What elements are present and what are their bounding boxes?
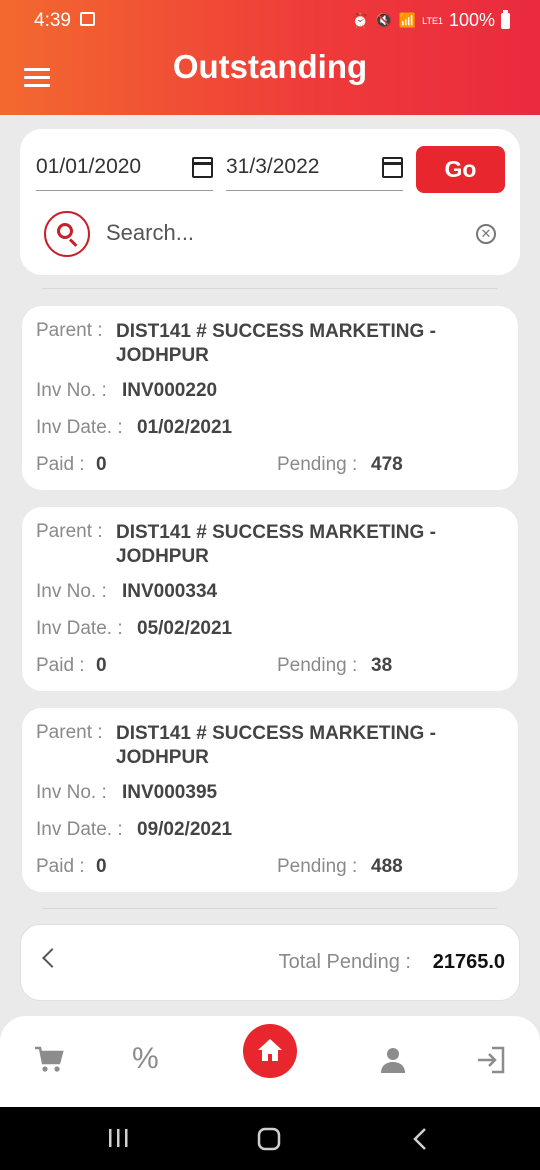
system-nav-bar xyxy=(0,1107,540,1170)
search-input[interactable] xyxy=(106,213,466,253)
status-bar: 4:39 ⏰ 🔇 📶 LTE1 100% xyxy=(34,8,510,34)
home-button[interactable] xyxy=(243,1024,297,1078)
total-pending-value: 21765.0 xyxy=(432,951,505,973)
parent-value: DIST141 # SUCCESS MARKETING - JODHPUR xyxy=(116,321,436,366)
chevron-left-icon[interactable] xyxy=(42,948,62,968)
paid-value: 0 xyxy=(96,454,107,475)
alarm-icon: ⏰ xyxy=(351,12,370,28)
pending-label: Pending : xyxy=(277,856,358,877)
parent-value: DIST141 # SUCCESS MARKETING - JODHPUR xyxy=(116,723,436,768)
divider xyxy=(42,288,497,289)
inv-date-label: Inv Date. : xyxy=(36,618,123,639)
pending-label: Pending : xyxy=(277,454,358,475)
go-button[interactable]: Go xyxy=(416,146,505,193)
calendar-icon[interactable] xyxy=(382,157,403,178)
inv-no-value: INV000334 xyxy=(122,581,218,602)
clear-search-icon[interactable]: ✕ xyxy=(476,224,496,244)
total-pending-label: Total Pending : xyxy=(278,951,411,973)
inv-date-label: Inv Date. : xyxy=(36,819,123,840)
app-header: 4:39 ⏰ 🔇 📶 LTE1 100% Outstanding xyxy=(0,0,540,115)
bottom-nav: % xyxy=(0,1016,540,1107)
wifi-icon: 📶 xyxy=(398,12,417,28)
paid-label: Paid : xyxy=(36,454,85,475)
pending-value: 478 xyxy=(371,454,403,475)
search-icon[interactable] xyxy=(44,211,90,257)
paid-value: 0 xyxy=(96,856,107,877)
filter-card: 01/01/2020 31/3/2022 Go ✕ xyxy=(20,129,520,275)
cart-icon[interactable] xyxy=(34,1046,64,1074)
paid-value: 0 xyxy=(96,655,107,676)
inv-no-label: Inv No. : xyxy=(36,581,107,602)
paid-label: Paid : xyxy=(36,856,85,877)
calendar-icon[interactable] xyxy=(192,157,213,178)
parent-value: DIST141 # SUCCESS MARKETING - JODHPUR xyxy=(116,522,436,567)
home-icon xyxy=(258,1039,282,1061)
pending-label: Pending : xyxy=(277,655,358,676)
mute-icon: 🔇 xyxy=(375,12,393,28)
person-icon[interactable] xyxy=(380,1046,406,1074)
pending-value: 38 xyxy=(371,655,393,676)
from-date-field[interactable]: 01/01/2020 xyxy=(36,149,213,191)
back-system-icon[interactable] xyxy=(410,1127,430,1151)
paid-label: Paid : xyxy=(36,655,85,676)
invoice-card[interactable]: Parent : DIST141 # SUCCESS MARKETING - J… xyxy=(22,507,518,691)
inv-no-value: INV000395 xyxy=(122,782,218,803)
inv-date-value: 05/02/2021 xyxy=(137,618,233,639)
invoice-card[interactable]: Parent : DIST141 # SUCCESS MARKETING - J… xyxy=(22,708,518,892)
total-pending-bar: Total Pending : 21765.0 xyxy=(20,924,520,1001)
logout-icon[interactable] xyxy=(476,1046,506,1074)
inv-date-label: Inv Date. : xyxy=(36,417,123,438)
pending-value: 488 xyxy=(371,856,403,877)
gallery-icon xyxy=(80,12,95,26)
parent-label: Parent : xyxy=(36,320,103,341)
recent-apps-icon[interactable] xyxy=(107,1127,129,1149)
invoice-card[interactable]: Parent : DIST141 # SUCCESS MARKETING - J… xyxy=(22,306,518,490)
parent-label: Parent : xyxy=(36,521,103,542)
inv-date-value: 09/02/2021 xyxy=(137,819,233,840)
battery-percent: 100% xyxy=(448,10,495,30)
status-time: 4:39 xyxy=(34,10,71,31)
divider xyxy=(42,908,497,909)
inv-no-value: INV000220 xyxy=(122,380,218,401)
percent-icon[interactable]: % xyxy=(132,1042,159,1076)
network-label: LTE1 xyxy=(422,15,443,26)
battery-icon xyxy=(501,9,510,29)
to-date-value: 31/3/2022 xyxy=(226,155,320,178)
parent-label: Parent : xyxy=(36,722,103,743)
inv-date-value: 01/02/2021 xyxy=(137,417,233,438)
to-date-field[interactable]: 31/3/2022 xyxy=(226,149,403,191)
inv-no-label: Inv No. : xyxy=(36,380,107,401)
page-title: Outstanding xyxy=(172,48,368,85)
inv-no-label: Inv No. : xyxy=(36,782,107,803)
home-system-icon[interactable] xyxy=(257,1127,281,1151)
from-date-value: 01/01/2020 xyxy=(36,155,142,178)
